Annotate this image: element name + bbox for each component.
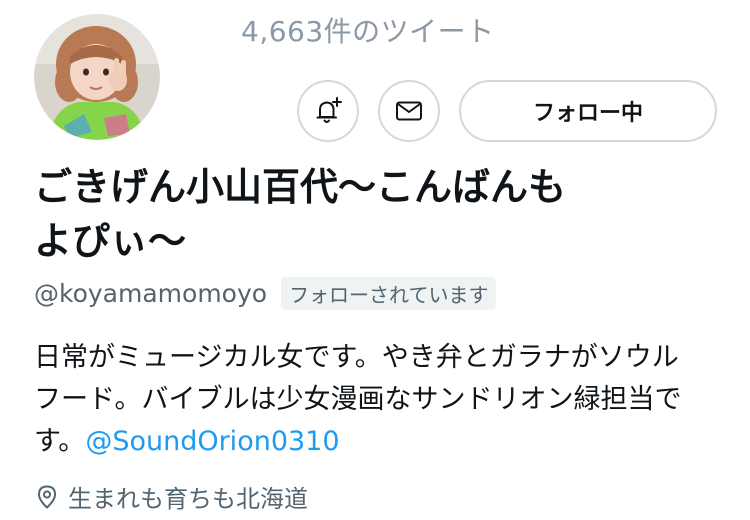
display-name-line-1: ごきげん小山百代〜こんばんも: [34, 165, 567, 209]
bio-line-1: 日常がミュージカル女です。やき弁とガラナがソウル: [34, 342, 679, 373]
location-text: 生まれも育ちも北海道: [68, 485, 308, 513]
bio-line-2: フード。バイブルは少女漫画なサンドリオン緑担当で: [34, 384, 682, 415]
notify-button[interactable]: [297, 80, 359, 142]
location-pin-icon: [38, 485, 56, 508]
username-handle: @koyamamomoyo: [34, 279, 268, 308]
avatar-photo: [34, 14, 160, 140]
location-row: 生まれも育ちも北海道: [34, 479, 308, 514]
avatar[interactable]: [30, 10, 164, 144]
profile-bio: 日常がミュージカル女です。やき弁とガラナがソウル フード。バイブルは少女漫画なサ…: [34, 337, 724, 463]
bio-mention-link[interactable]: @SoundOrion0310: [85, 426, 339, 457]
follows-you-badge: フォローされています: [281, 277, 497, 310]
display-name-line-2: よぴぃ〜: [34, 219, 187, 263]
bio-line-3: す。@SoundOrion0310: [34, 421, 724, 463]
message-button[interactable]: [378, 80, 440, 142]
bell-plus-icon: [316, 97, 342, 123]
handle-row: @koyamamomoyo フォローされています: [34, 277, 497, 310]
tweet-count: 4,663件のツイート: [241, 15, 495, 48]
bio-line-3-text: す。: [34, 426, 86, 457]
envelope-icon: [396, 101, 422, 121]
display-name: ごきげん小山百代〜こんばんも よぴぃ〜: [34, 160, 674, 268]
following-button[interactable]: フォロー中: [459, 80, 717, 142]
